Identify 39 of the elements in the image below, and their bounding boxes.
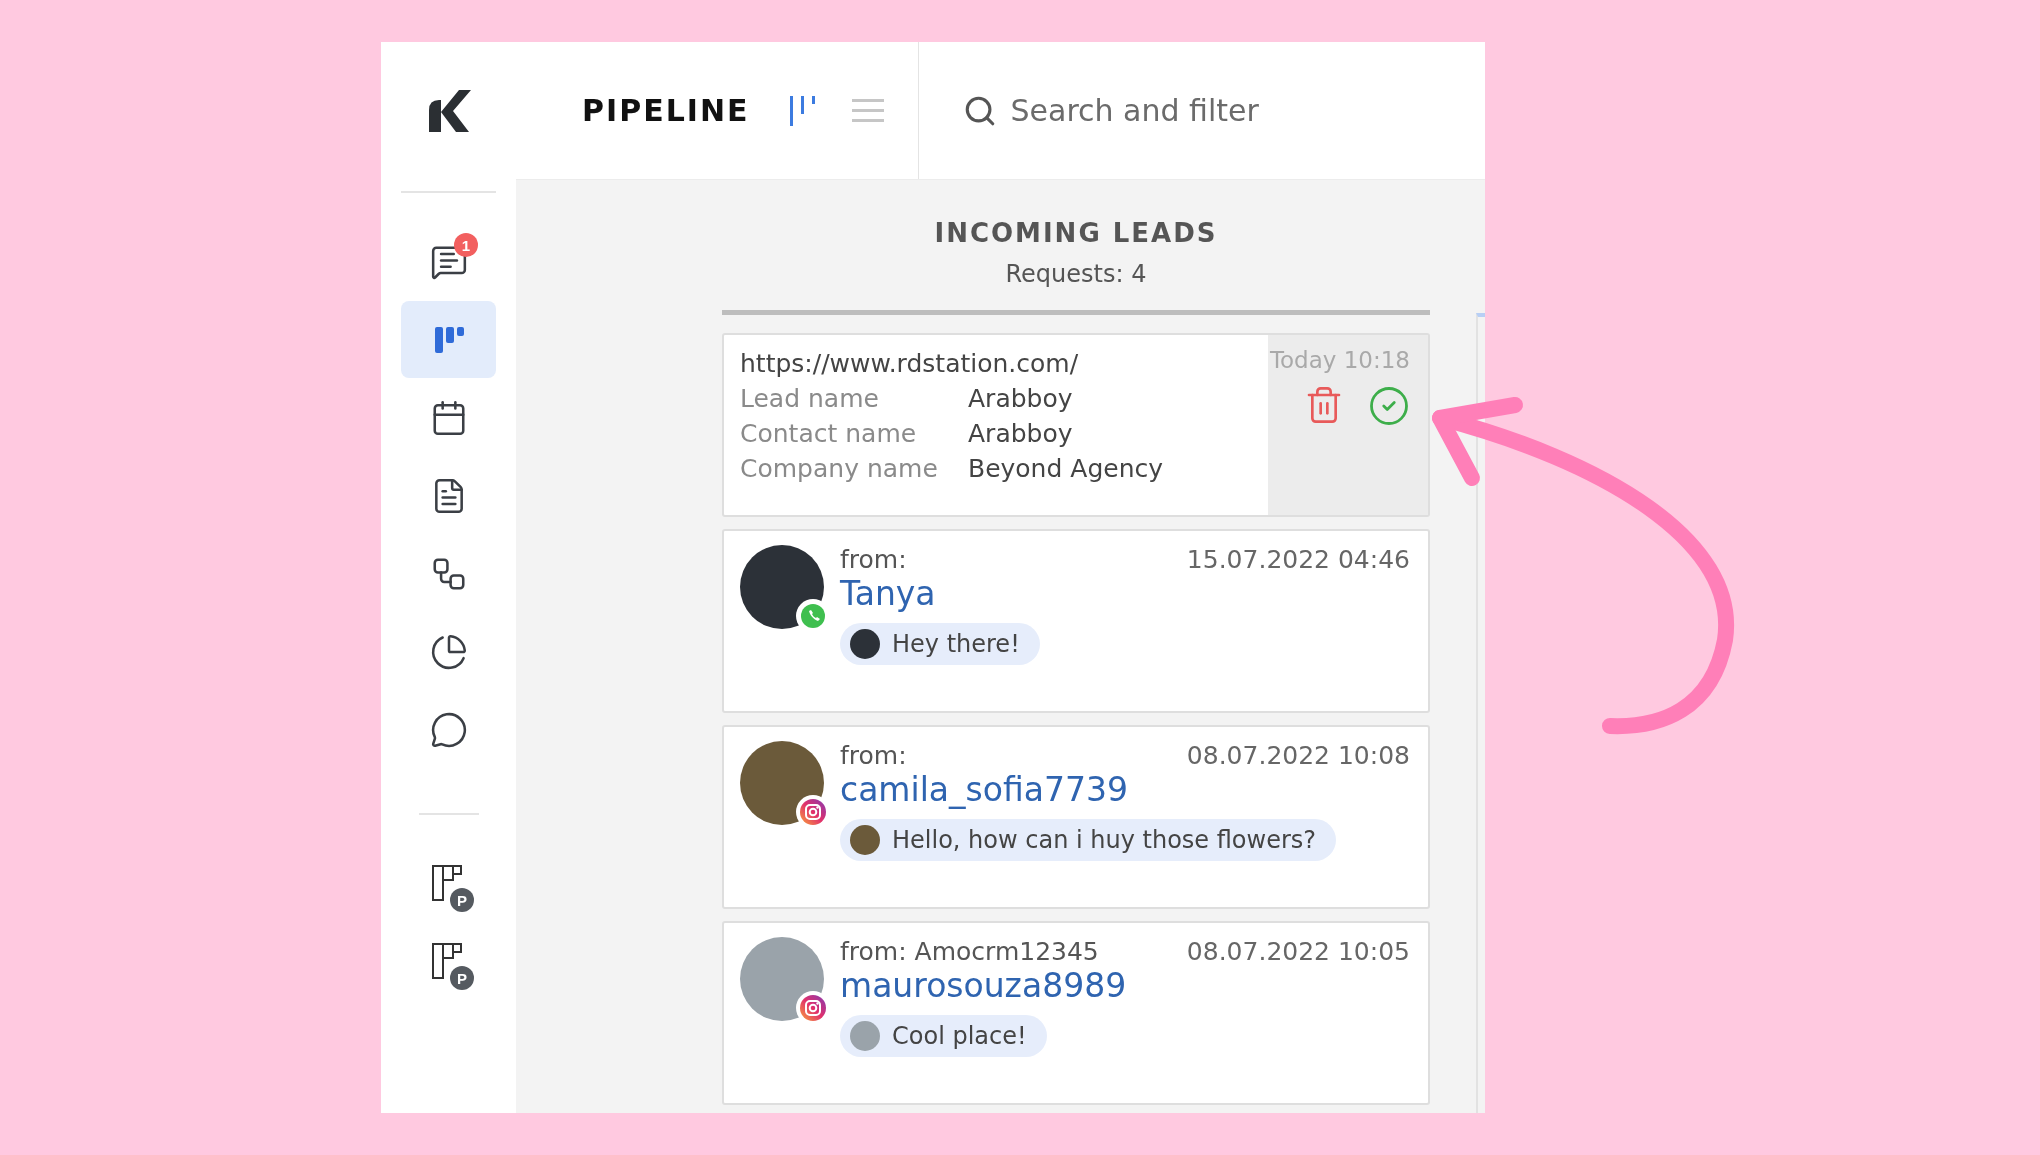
mini-avatar <box>850 629 880 659</box>
field-label: Lead name <box>740 384 880 413</box>
message-text: Hey there! <box>892 630 1020 658</box>
field-value: Beyond Agency <box>968 454 1165 483</box>
message-date: 15.07.2022 04:46 <box>1186 545 1410 574</box>
message-text: Hello, how can i huy those flowers? <box>892 826 1317 854</box>
page-title: PIPELINE <box>582 93 750 128</box>
lead-card[interactable]: https://www.rdstation.com/ Lead name Arabboy Contact name Arabboy Company name Beyond Agency Today 10:18 <box>722 333 1430 517</box>
mini-avatar <box>850 825 880 855</box>
sender-label: from: <box>840 545 907 574</box>
contact-name-link[interactable]: Tanya <box>840 574 936 613</box>
message-text: Cool place! <box>892 1022 1027 1050</box>
lead-card[interactable]: from: Amocrm12345 08.07.2022 10:05 maurosouza8989 Cool place! <box>722 921 1430 1105</box>
kanban-view-icon <box>787 93 818 128</box>
sender-label: from: Amocrm12345 <box>840 937 1099 966</box>
column-title: INCOMING LEADS <box>933 218 1219 248</box>
phone-bubble-icon <box>429 710 468 749</box>
pie-chart-icon <box>429 632 468 671</box>
sidebar-item[interactable]: P <box>401 845 496 922</box>
contact-name-link[interactable]: camila_sofia7739 <box>840 770 1128 809</box>
field-value: Arabboy <box>968 384 1074 413</box>
message-date: 08.07.2022 10:08 <box>1186 741 1410 770</box>
lead-source: https://www.rdstation.com/ <box>740 349 1080 378</box>
sender-label: from: <box>840 741 907 770</box>
field-value: Arabboy <box>968 419 1074 448</box>
lead-card[interactable]: from: 08.07.2022 10:08 camila_sofia7739 Hello, how can i huy those flowers? <box>722 725 1430 909</box>
lead-card[interactable]: from: 15.07.2022 04:46 Tanya Hey there! <box>722 529 1430 713</box>
message-date: 08.07.2022 10:05 <box>1186 937 1410 966</box>
logo-icon <box>426 87 471 134</box>
badge: P <box>450 888 474 912</box>
badge: P <box>450 966 474 990</box>
lead-date: Today 10:18 <box>1269 347 1410 373</box>
sidebar-item[interactable]: P <box>401 923 496 1000</box>
mini-avatar <box>850 1021 880 1051</box>
contact-name-link[interactable]: maurosouza8989 <box>840 966 1127 1005</box>
notification-badge: 1 <box>454 233 478 257</box>
field-label: Company name <box>740 454 939 483</box>
column-count: Requests: 4 <box>1004 260 1148 288</box>
field-label: Contact name <box>740 419 918 448</box>
